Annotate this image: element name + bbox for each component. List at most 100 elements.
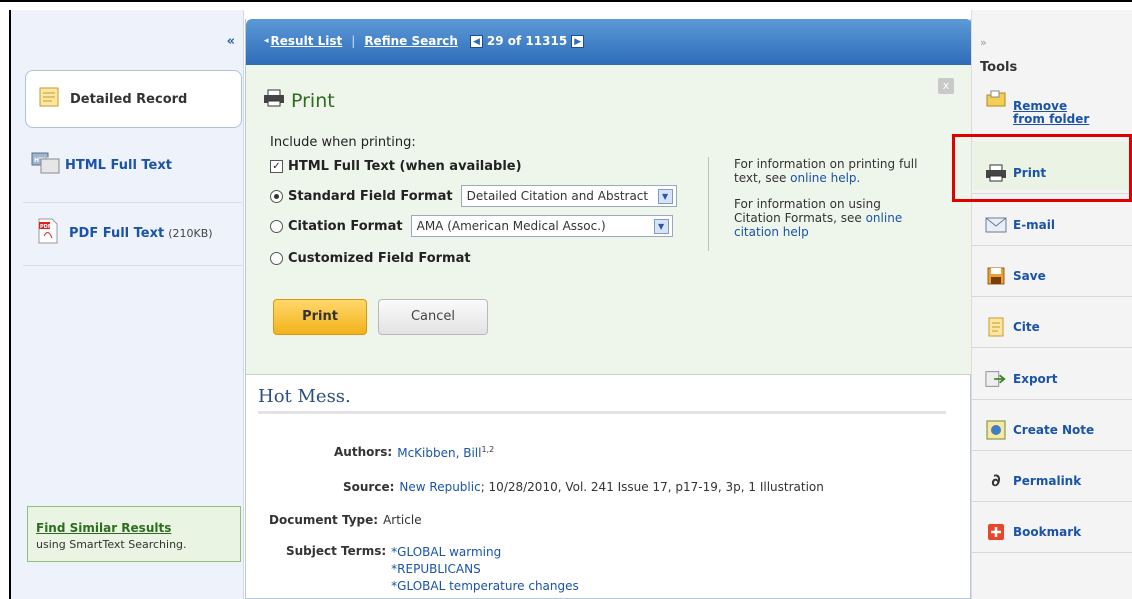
tools-title: Tools (980, 60, 1018, 75)
customized-field-format-radio[interactable] (270, 252, 283, 265)
standard-field-format-option[interactable]: Standard Field Format Detailed Citation … (270, 185, 677, 207)
tool-export[interactable]: Export (985, 368, 1132, 390)
print-info-1: For information on printing full text, s… (734, 157, 918, 185)
standard-format-select-value: Detailed Citation and Abstract (466, 189, 649, 203)
tool-separator (972, 245, 1132, 246)
document-type-label: Document Type: (269, 513, 379, 527)
tool-separator (972, 399, 1132, 400)
back-arrow-icon: ◂ (264, 36, 269, 46)
sidebar-item-label: PDF Full Text (69, 225, 165, 241)
pdf-size: (210KB) (168, 226, 213, 240)
svg-text:PDF: PDF (40, 224, 51, 230)
sidebar-item-pdf-full-text[interactable]: PDF PDF Full Text (210KB) (23, 218, 242, 248)
record-title-rule (258, 411, 946, 414)
sidebar-item-detailed-record[interactable]: Detailed Record (25, 70, 242, 128)
subject-terms-field: Subject Terms: *GLOBAL warming *REPUBLIC… (286, 544, 579, 595)
standard-format-select[interactable]: Detailed Citation and Abstract ▼ (460, 185, 677, 207)
citation-format-select[interactable]: AMA (American Medical Assoc.) ▼ (410, 215, 673, 237)
tool-create-note[interactable]: Create Note (985, 419, 1132, 441)
tool-save[interactable]: Save (985, 265, 1132, 287)
subject-term-link[interactable]: *REPUBLICANS (391, 561, 579, 578)
tool-separator (972, 552, 1132, 553)
window-frame-top (0, 0, 1132, 10)
citation-format-option[interactable]: Citation Format AMA (American Medical As… (270, 215, 673, 237)
tool-cite[interactable]: Cite (985, 316, 1132, 338)
save-icon (985, 265, 1007, 287)
result-navigation-bar: ◂ Result List | Refine Search ◀ 29 of 11… (246, 19, 972, 65)
source-link[interactable]: New Republic (399, 480, 480, 494)
tool-separator (972, 347, 1132, 348)
source-details: ; 10/28/2010, Vol. 241 Issue 17, p17-19,… (480, 480, 824, 494)
citation-format-label: Citation Format (288, 218, 403, 234)
cancel-button[interactable]: Cancel (378, 299, 488, 335)
find-similar-subtitle: using SmartText Searching. (36, 538, 187, 551)
close-icon[interactable]: x (938, 78, 954, 94)
subject-terms-list: *GLOBAL warming *REPUBLICANS *GLOBAL tem… (391, 544, 579, 595)
tools-panel: » Tools Remove from folder Print E-mail … (971, 10, 1132, 599)
tool-separator (972, 296, 1132, 297)
html-full-text-option[interactable]: ✓ HTML Full Text (when available) (270, 159, 522, 174)
tool-label: Export (1013, 372, 1058, 386)
authors-label: Authors: (334, 445, 393, 459)
detailed-record-icon (38, 86, 60, 112)
tool-label: Create Note (1013, 423, 1095, 437)
author-superscript: 1,2 (481, 445, 495, 454)
chevron-down-icon: ▼ (653, 218, 669, 234)
subject-term-link[interactable]: *GLOBAL warming (391, 544, 579, 561)
printer-icon (263, 89, 285, 112)
print-panel: x Print Include when printing: ✓ HTML Fu… (246, 65, 972, 375)
next-result-button[interactable]: ▶ (571, 34, 585, 48)
left-sidebar: « Detailed Record HTML HTML Full Text PD… (11, 10, 244, 599)
online-help-link[interactable]: online help. (790, 171, 860, 185)
tool-label: Bookmark (1013, 525, 1082, 539)
authors-field: Authors: McKibben, Bill1,2 (334, 445, 494, 460)
citation-format-radio[interactable] (270, 219, 283, 233)
find-similar-link[interactable]: Find Similar Results (36, 521, 240, 535)
tool-separator (972, 450, 1132, 451)
sidebar-item-html-full-text[interactable]: HTML HTML Full Text (23, 150, 242, 180)
tool-label: Remove from folder (1013, 99, 1090, 126)
result-position: 29 of 11315 (486, 34, 568, 48)
tool-separator (972, 501, 1132, 502)
citation-format-select-value: AMA (American Medical Assoc.) (416, 219, 606, 233)
print-button[interactable]: Print (273, 299, 367, 335)
customized-field-format-option[interactable]: Customized Field Format (270, 251, 471, 266)
export-icon (985, 368, 1007, 390)
pdf-icon: PDF (37, 218, 59, 248)
find-similar-box: Find Similar Results using SmartText Sea… (27, 506, 241, 562)
tool-label: E-mail (1013, 218, 1056, 232)
chevron-down-icon: ▼ (657, 188, 673, 204)
html-full-text-checkbox[interactable]: ✓ (270, 160, 283, 173)
tool-permalink[interactable]: ∂ Permalink (985, 470, 1132, 492)
print-info-2: For information on using Citation Format… (734, 197, 903, 239)
subject-term-link[interactable]: *GLOBAL temperature changes (391, 578, 579, 595)
source-label: Source: (343, 480, 395, 494)
nav-separator: | (351, 34, 356, 48)
source-field: Source: New Republic; 10/28/2010, Vol. 2… (343, 480, 824, 494)
tool-label: Save (1013, 269, 1046, 283)
print-heading: Print (263, 89, 335, 112)
sidebar-item-label: HTML Full Text (65, 157, 172, 173)
sidebar-separator (23, 265, 242, 266)
standard-field-format-label: Standard Field Format (288, 188, 453, 204)
expand-right-button[interactable]: » (980, 36, 987, 49)
html-full-text-option-label: HTML Full Text (when available) (288, 159, 522, 174)
author-link[interactable]: McKibben, Bill (397, 446, 481, 460)
tool-label: Permalink (1013, 474, 1082, 488)
standard-field-format-radio[interactable] (270, 189, 283, 203)
collapse-left-button[interactable]: « (227, 34, 235, 49)
note-icon (985, 419, 1007, 441)
tool-bookmark[interactable]: Bookmark (985, 521, 1132, 543)
sidebar-item-label: Detailed Record (70, 91, 188, 107)
main-panel: ◂ Result List | Refine Search ◀ 29 of 11… (245, 19, 972, 599)
tool-remove-from-folder[interactable]: Remove from folder (985, 88, 1132, 126)
subject-terms-label: Subject Terms: (286, 544, 387, 558)
sidebar-separator (23, 202, 242, 203)
document-type-field: Document Type: Article (269, 513, 422, 527)
record-title: Hot Mess. (258, 386, 351, 407)
customized-field-format-label: Customized Field Format (288, 251, 471, 266)
refine-search-link[interactable]: Refine Search (364, 34, 458, 48)
previous-result-button[interactable]: ◀ (469, 34, 483, 48)
result-list-link[interactable]: Result List (271, 34, 343, 48)
tool-email[interactable]: E-mail (985, 214, 1132, 236)
